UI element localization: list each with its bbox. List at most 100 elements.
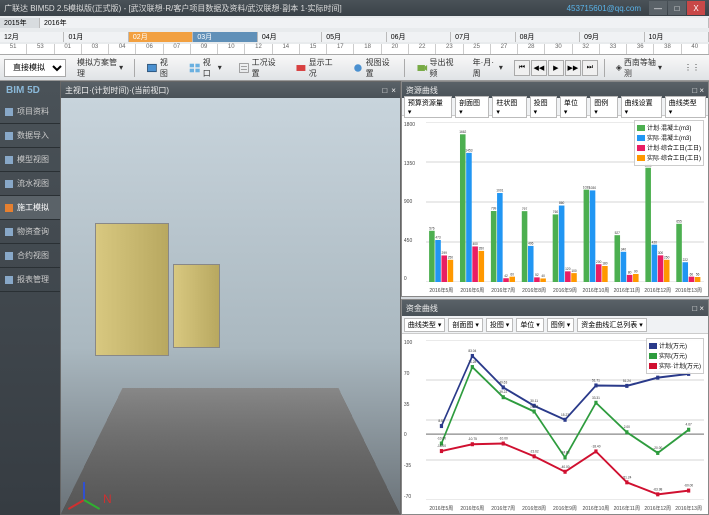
timeline-year[interactable]: 2016年 <box>40 18 709 28</box>
showwork-button[interactable]: 显示工况 <box>290 54 341 82</box>
timeline-week[interactable]: 53 <box>27 44 54 54</box>
sidebar-item-report[interactable]: 报表管理 <box>0 268 60 292</box>
sidebar-item-sim[interactable]: 施工模拟 <box>0 196 60 220</box>
timeline-week[interactable]: 20 <box>382 44 409 54</box>
panel-toolbar-button[interactable]: 图例 ▾ <box>590 96 617 118</box>
3d-viewport[interactable]: N <box>61 98 400 514</box>
svg-text:52: 52 <box>535 273 539 277</box>
sidebar-item-query[interactable]: 物资查询 <box>0 220 60 244</box>
timeline-week[interactable]: 12 <box>245 44 272 54</box>
timeline-week[interactable]: 07 <box>164 44 191 54</box>
timeline-week[interactable]: 32 <box>573 44 600 54</box>
timeline-year[interactable]: 2015年 <box>0 18 40 28</box>
panel-toolbar-button[interactable]: 投图 ▾ <box>530 96 557 118</box>
timeline-week[interactable]: 01 <box>55 44 82 54</box>
sidebar-item-import[interactable]: 数据导入 <box>0 124 60 148</box>
sidebar-item-flow[interactable]: 流水视图 <box>0 172 60 196</box>
timeline-week[interactable]: 06 <box>136 44 163 54</box>
model-icon <box>4 155 14 165</box>
panel-toolbar-button[interactable]: 剖面图 ▾ <box>448 318 482 332</box>
svg-text:-51.24: -51.24 <box>622 475 631 479</box>
timeline-month[interactable]: 04月 <box>258 32 322 42</box>
sidebar-item-model[interactable]: 模型视图 <box>0 148 60 172</box>
viewport-close-icon[interactable]: × <box>391 86 396 95</box>
timeline[interactable]: 2015年2016年 12月01月02月03月04月05月06月07月08月09… <box>0 16 709 55</box>
timeline-week[interactable]: 18 <box>354 44 381 54</box>
region-select[interactable]: ◈ 西南等轴测 ▾ <box>611 54 667 82</box>
svg-text:-63.98: -63.98 <box>653 487 662 491</box>
next-button[interactable]: ▶▶ <box>565 60 581 76</box>
timeline-month[interactable]: 10月 <box>645 32 709 42</box>
close-button[interactable]: X <box>687 1 705 15</box>
workset-button[interactable]: 工况设置 <box>233 54 284 82</box>
timeline-week[interactable]: 09 <box>191 44 218 54</box>
timeline-week[interactable]: 04 <box>109 44 136 54</box>
timeline-week[interactable]: 33 <box>600 44 627 54</box>
panel-toolbar-button[interactable]: 曲线类型 ▾ <box>665 96 706 118</box>
timeline-month[interactable]: 08月 <box>516 32 580 42</box>
timeline-week[interactable]: 27 <box>491 44 518 54</box>
timeline-month[interactable]: 02月 <box>129 32 193 42</box>
sim-mode-select[interactable]: 直接模拟 <box>4 59 66 77</box>
sidebar-item-cube[interactable]: 项目资料 <box>0 100 60 124</box>
prev-button[interactable]: ◀◀ <box>531 60 547 76</box>
timeline-month[interactable]: 07月 <box>451 32 515 42</box>
last-button[interactable]: ⏭ <box>582 60 598 76</box>
panel-toolbar-button[interactable]: 单位 ▾ <box>516 318 543 332</box>
panel-toolbar-button[interactable]: 图例 ▾ <box>547 318 574 332</box>
timeline-week[interactable]: 28 <box>518 44 545 54</box>
axis-gizmo[interactable] <box>69 476 99 506</box>
timeline-week[interactable]: 40 <box>682 44 709 54</box>
timeline-month[interactable]: 09月 <box>580 32 644 42</box>
export-video-button[interactable]: 导出视频 <box>411 54 462 82</box>
view-button[interactable]: 视图 <box>141 54 178 82</box>
timeline-week[interactable]: 23 <box>436 44 463 54</box>
toolbar-menu-icon[interactable]: ⋮⋮ <box>679 60 705 75</box>
panel-close-icon[interactable]: × <box>699 86 704 95</box>
app-logo: BIM 5D <box>0 81 60 100</box>
timeline-week[interactable]: 03 <box>82 44 109 54</box>
panel-toolbar-button[interactable]: 单位 ▾ <box>560 96 587 118</box>
viewport-maximize-icon[interactable]: □ <box>382 86 387 95</box>
timeline-week[interactable]: 25 <box>464 44 491 54</box>
timeline-week[interactable]: 36 <box>627 44 654 54</box>
first-button[interactable]: ⏮ <box>514 60 530 76</box>
timeline-week[interactable]: 38 <box>654 44 681 54</box>
cost-line-chart[interactable]: 8.5783.0449.6330.1115.2351.7151.2460.006… <box>402 334 708 514</box>
timeline-week[interactable]: 15 <box>300 44 327 54</box>
panel-toolbar-button[interactable]: 投图 ▾ <box>486 318 513 332</box>
timeline-month[interactable]: 03月 <box>193 32 257 42</box>
panel-close-icon[interactable]: × <box>699 304 704 313</box>
3d-viewport-panel: 主视口·(计划时间)·(当前视口) □ × N <box>60 81 401 515</box>
sidebar-item-contract[interactable]: 合约视图 <box>0 244 60 268</box>
timeline-week[interactable]: 30 <box>545 44 572 54</box>
play-button[interactable]: ▶ <box>548 60 564 76</box>
panel-toolbar-button[interactable]: 预算资源量 ▾ <box>404 96 452 118</box>
timeline-month[interactable]: 01月 <box>64 32 128 42</box>
maximize-button[interactable]: □ <box>668 1 686 15</box>
panel-toolbar-button[interactable]: 资金曲线汇总列表 ▾ <box>577 318 646 332</box>
panel-max-icon[interactable]: □ <box>692 86 697 95</box>
panel-max-icon[interactable]: □ <box>692 304 697 313</box>
panel-toolbar-button[interactable]: 柱状图 ▾ <box>492 96 526 118</box>
viewset-button[interactable]: 视图设置 <box>347 54 398 82</box>
timeline-week[interactable]: 10 <box>218 44 245 54</box>
user-account[interactable]: 453715601@qq.com <box>567 4 641 13</box>
timeline-week[interactable]: 22 <box>409 44 436 54</box>
timeline-month[interactable]: 12月 <box>0 32 64 42</box>
app-title: 广联达 BIM5D 2.5模拟版(正式版) - [武汉联想·R/客户项目数据及资… <box>4 3 342 14</box>
timeline-week[interactable]: 14 <box>273 44 300 54</box>
timeline-week[interactable]: 17 <box>327 44 354 54</box>
plan-mgmt-button[interactable]: 模拟方案管理 ▾ <box>72 54 128 82</box>
minimize-button[interactable]: — <box>649 1 667 15</box>
timeline-month[interactable]: 06月 <box>387 32 451 42</box>
timeline-month[interactable]: 05月 <box>322 32 386 42</box>
timeline-week[interactable]: 51 <box>0 44 27 54</box>
panel-toolbar-button[interactable]: 曲线设置 ▾ <box>621 96 662 118</box>
panel-toolbar-button[interactable]: 剖面图 ▾ <box>455 96 489 118</box>
time-unit-select[interactable]: 年·月·周 ▾ <box>468 54 508 82</box>
panel-toolbar-button[interactable]: 曲线类型 ▾ <box>404 318 445 332</box>
resource-bar-chart[interactable]: 5761662799797760103952712856554731453100… <box>402 116 708 296</box>
viewport-button[interactable]: 视口 ▾ <box>184 54 226 82</box>
sidebar-item-label: 物资查询 <box>17 226 49 237</box>
